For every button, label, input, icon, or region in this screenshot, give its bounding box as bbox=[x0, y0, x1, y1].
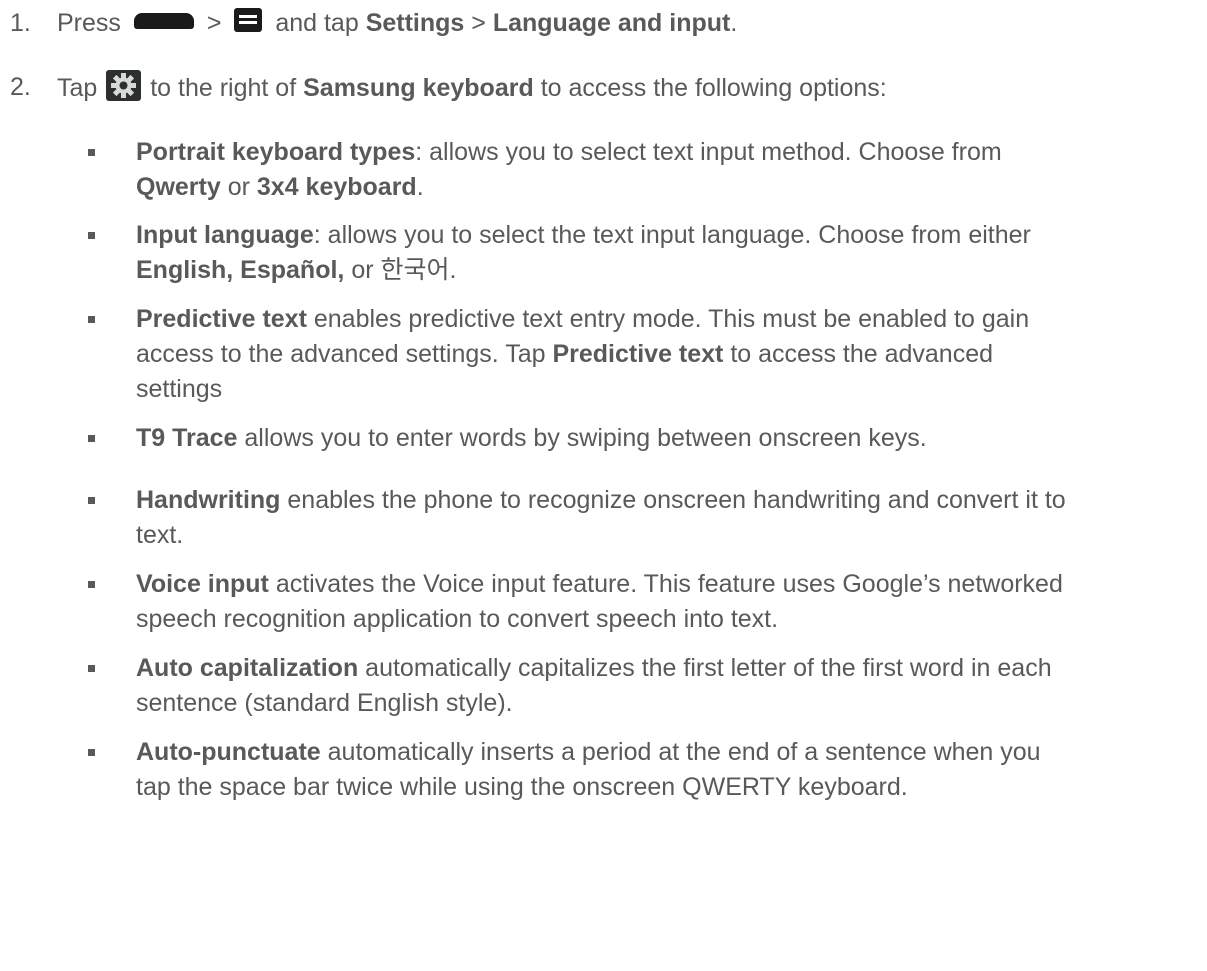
option-line: T9 Trace allows you to enter words by sw… bbox=[136, 421, 1196, 456]
option-plain-text: to access the advanced bbox=[723, 340, 994, 368]
option-bold-text: Voice input bbox=[136, 570, 269, 598]
option-plain-text: activates the Voice input feature. This … bbox=[268, 570, 1063, 598]
option-line: Handwriting enables the phone to recogni… bbox=[136, 483, 1196, 518]
option-plain-text: text. bbox=[136, 521, 184, 549]
bullet-icon bbox=[88, 232, 95, 239]
settings-label: Settings bbox=[365, 9, 465, 37]
option-text: Predictive text enables predictive text … bbox=[136, 302, 1196, 407]
step-number: 1. bbox=[10, 9, 31, 37]
option-bold-text: Portrait keyboard types bbox=[136, 138, 416, 166]
bullet-icon bbox=[88, 435, 95, 442]
step-text: Press > and tap Settings > Language and … bbox=[57, 8, 738, 37]
option-plain-text: settings bbox=[136, 375, 223, 403]
option-text: Auto-punctuate automatically inserts a p… bbox=[136, 735, 1196, 805]
option-bold-text: Predictive text bbox=[136, 305, 307, 333]
menu-key-icon bbox=[234, 8, 263, 33]
option-line: Qwerty or 3x4 keyboard. bbox=[136, 170, 1196, 205]
option-text: Auto capitalization automatically capita… bbox=[136, 651, 1196, 721]
option-line: Auto-punctuate automatically inserts a p… bbox=[136, 735, 1196, 770]
option-plain-text: sentence (standard English style). bbox=[136, 689, 513, 717]
option-plain-text: automatically capitalizes the first lett… bbox=[358, 654, 1052, 682]
option-line: access to the advanced settings. Tap Pre… bbox=[136, 337, 1196, 372]
option-line: Auto capitalization automatically capita… bbox=[136, 651, 1196, 686]
settings-gear-icon bbox=[106, 70, 142, 101]
option-plain-text: : allows you to select text input method… bbox=[415, 138, 1002, 166]
bullet-icon bbox=[88, 149, 95, 156]
option-plain-text: access to the advanced settings. Tap bbox=[136, 340, 553, 368]
bullet-icon bbox=[88, 665, 95, 672]
option-plain-text: enables the phone to recognize onscreen … bbox=[280, 486, 1066, 514]
language-input-label: Language and input bbox=[492, 9, 731, 37]
option-line: settings bbox=[136, 372, 1196, 407]
option-bold-text: Handwriting bbox=[136, 486, 281, 514]
option-text: Input language: allows you to select the… bbox=[136, 218, 1196, 288]
option-plain-text: or 한국어. bbox=[344, 256, 457, 284]
option-line: Portrait keyboard types: allows you to s… bbox=[136, 135, 1196, 170]
step-number: 2. bbox=[10, 73, 31, 101]
option-plain-text: speech recognition application to conver… bbox=[136, 605, 779, 633]
option-plain-text: or bbox=[220, 173, 257, 201]
bullet-icon bbox=[88, 497, 95, 504]
option-bold-text: T9 Trace bbox=[136, 424, 238, 452]
option-plain-text: allows you to enter words by swiping bet… bbox=[237, 424, 927, 452]
option-text: Voice input activates the Voice input fe… bbox=[136, 567, 1196, 637]
option-line: tap the space bar twice while using the … bbox=[136, 770, 1196, 805]
option-bold-text: Qwerty bbox=[136, 173, 221, 201]
option-text: Portrait keyboard types: allows you to s… bbox=[136, 135, 1196, 205]
option-bold-text: Predictive text bbox=[552, 340, 724, 368]
option-line: Voice input activates the Voice input fe… bbox=[136, 567, 1196, 602]
option-plain-text: enables predictive text entry mode. This… bbox=[306, 305, 1030, 333]
option-bold-text: Input language bbox=[136, 221, 314, 249]
option-bold-text: Auto-punctuate bbox=[136, 738, 321, 766]
option-line: speech recognition application to conver… bbox=[136, 602, 1196, 637]
option-text: Handwriting enables the phone to recogni… bbox=[136, 483, 1196, 553]
option-line: text. bbox=[136, 518, 1196, 553]
option-plain-text: tap the space bar twice while using the … bbox=[136, 773, 908, 801]
bullet-icon bbox=[88, 749, 95, 756]
option-line: Predictive text enables predictive text … bbox=[136, 302, 1196, 337]
option-plain-text: : allows you to select the text input la… bbox=[313, 221, 1031, 249]
option-bold-text: 3x4 keyboard bbox=[256, 173, 417, 201]
option-line: English, Español, or 한국어. bbox=[136, 253, 1196, 288]
option-plain-text: automatically inserts a period at the en… bbox=[320, 738, 1041, 766]
bullet-icon bbox=[88, 316, 95, 323]
option-bold-text: Auto capitalization bbox=[136, 654, 359, 682]
option-bold-text: English, Español, bbox=[136, 256, 345, 284]
home-key-icon bbox=[133, 13, 194, 30]
option-text: T9 Trace allows you to enter words by sw… bbox=[136, 421, 1196, 456]
step-text: Tap to the right of Samsung keyboard to … bbox=[57, 70, 887, 109]
option-line: Input language: allows you to select the… bbox=[136, 218, 1196, 253]
samsung-keyboard-label: Samsung keyboard bbox=[303, 74, 534, 103]
bullet-icon bbox=[88, 581, 95, 588]
option-plain-text: . bbox=[416, 173, 424, 201]
option-line: sentence (standard English style). bbox=[136, 686, 1196, 721]
